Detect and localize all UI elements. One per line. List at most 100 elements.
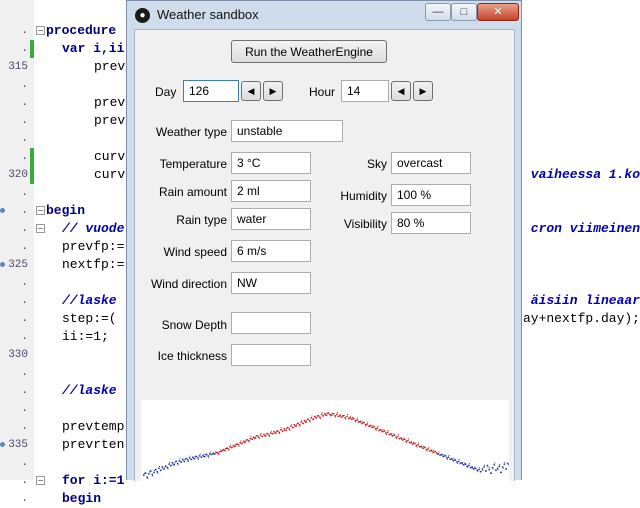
humidity-field[interactable]: 100 % <box>391 184 471 206</box>
plot-point <box>291 423 293 425</box>
plot-point <box>392 433 394 435</box>
code-line[interactable]: for i:=1 <box>62 472 124 490</box>
plot-point <box>161 466 164 468</box>
weather-type-field[interactable]: unstable <box>231 120 343 142</box>
code-line[interactable]: procedure <box>46 22 116 40</box>
plot-point <box>372 425 374 427</box>
temperature-field[interactable]: 3 °C <box>231 152 311 174</box>
close-button[interactable]: ✕ <box>477 3 519 21</box>
plot-point <box>290 425 292 427</box>
plot-point <box>359 420 362 423</box>
rain-amount-field[interactable]: 2 ml <box>231 180 311 202</box>
code-line[interactable]: var i,ii <box>62 40 124 58</box>
minimize-button[interactable]: — <box>425 3 451 21</box>
plot-point <box>458 459 460 461</box>
day-prev-button[interactable]: ◀ <box>241 81 261 101</box>
fold-toggle[interactable]: − <box>36 476 45 485</box>
code-line-fragment[interactable]: äisiin lineaar <box>531 292 640 310</box>
plot-point <box>491 466 494 469</box>
code-line[interactable]: ii:=1; <box>62 328 109 346</box>
code-line-fragment[interactable]: vaiheessa 1.ko <box>531 166 640 184</box>
rain-type-field[interactable]: water <box>231 208 311 230</box>
ice-thickness-field[interactable] <box>231 344 311 366</box>
plot-point <box>287 426 289 428</box>
plot-point <box>148 473 150 475</box>
plot-point <box>270 430 272 432</box>
plot-point <box>349 416 351 418</box>
code-line-fragment[interactable]: ay+nextfp.day); <box>523 310 640 328</box>
plot-point <box>153 471 155 474</box>
plot-point <box>440 454 442 456</box>
day-next-button[interactable]: ▶ <box>263 81 283 101</box>
plot-point <box>486 464 489 467</box>
code-line[interactable]: // vuode <box>62 220 124 238</box>
plot-point <box>340 416 342 417</box>
line-number: . <box>21 25 28 37</box>
code-line[interactable]: prevtemp <box>62 418 124 436</box>
plot-point <box>404 438 406 440</box>
plot-point <box>145 472 147 474</box>
plot-point <box>171 462 174 464</box>
code-line[interactable]: nextfp:= <box>62 256 124 274</box>
code-line-fragment[interactable]: cron viimeinen <box>531 220 640 238</box>
wind-direction-field[interactable]: NW <box>231 272 311 294</box>
plot-point <box>461 462 463 464</box>
hour-prev-button[interactable]: ◀ <box>391 81 411 101</box>
temperature-label: Temperature <box>159 157 227 171</box>
line-number: . <box>21 79 28 91</box>
plot-point <box>335 416 337 418</box>
plot-point <box>501 471 502 473</box>
line-number: . <box>21 493 28 505</box>
plot-point <box>285 429 287 432</box>
plot-point <box>324 413 326 415</box>
plot-point <box>250 436 252 438</box>
plot-point <box>497 469 499 471</box>
plot-point <box>253 438 255 440</box>
code-line[interactable]: //laske <box>62 292 117 310</box>
code-line[interactable]: begin <box>62 490 101 508</box>
plot-point <box>325 414 328 416</box>
title-bar[interactable]: ● Weather sandbox — □ ✕ <box>127 1 521 29</box>
fold-toggle[interactable]: − <box>36 224 45 233</box>
fold-toggle[interactable]: − <box>36 206 45 215</box>
plot-point <box>293 424 296 426</box>
plot-point <box>267 433 269 434</box>
plot-point <box>386 431 389 434</box>
hour-next-button[interactable]: ▶ <box>413 81 433 101</box>
run-weather-engine-button[interactable]: Run the WeatherEngine <box>231 40 387 63</box>
fold-toggle[interactable]: − <box>36 26 45 35</box>
plot-point <box>452 460 455 462</box>
code-line[interactable]: step:=( <box>62 310 117 328</box>
plot-point <box>423 445 425 447</box>
day-input[interactable]: 126 <box>183 80 239 102</box>
plot-point <box>198 458 199 460</box>
ice-thickness-label: Ice thickness <box>157 349 227 363</box>
plot-point <box>347 414 348 416</box>
plot-point <box>305 421 307 423</box>
hour-input[interactable]: 14 <box>341 80 389 102</box>
plot-point <box>466 465 468 467</box>
visibility-field[interactable]: 80 % <box>391 212 471 234</box>
plot-point <box>199 453 201 455</box>
maximize-button[interactable]: □ <box>451 3 477 21</box>
plot-point <box>265 433 267 435</box>
code-line[interactable]: prevrten <box>62 436 124 454</box>
plot-point <box>496 467 499 470</box>
plot-point <box>380 430 382 432</box>
code-line[interactable]: prevfp:= <box>62 238 124 256</box>
snow-depth-field[interactable] <box>231 312 311 334</box>
plot-point <box>346 415 348 418</box>
plot-point <box>507 462 509 465</box>
plot-point <box>473 466 475 468</box>
sky-field[interactable]: overcast <box>391 152 471 174</box>
plot-point <box>471 466 473 468</box>
plot-point <box>169 461 171 463</box>
code-line[interactable]: begin <box>46 202 85 220</box>
plot-point <box>258 436 260 438</box>
wind-speed-field[interactable]: 6 m/s <box>231 240 311 262</box>
plot-point <box>288 428 291 430</box>
plot-point <box>453 458 455 460</box>
plot-point <box>148 471 150 473</box>
line-number: . <box>21 43 28 55</box>
code-line[interactable]: //laske <box>62 382 117 400</box>
